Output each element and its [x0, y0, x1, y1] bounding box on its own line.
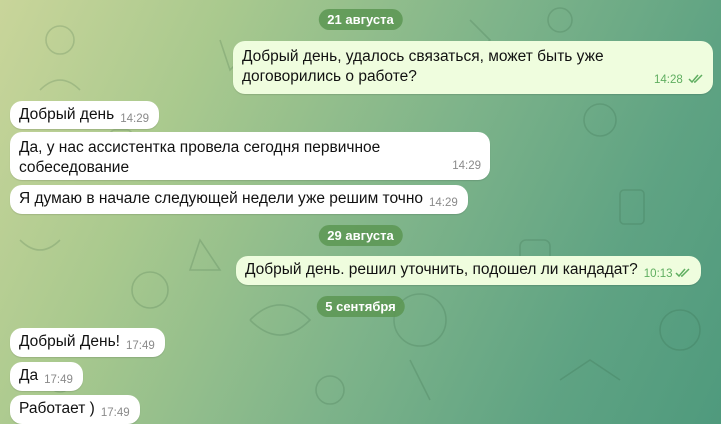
- message-time: 14:28: [654, 70, 704, 90]
- outgoing-message[interactable]: Добрый день. решил уточнить, подошел ли …: [236, 256, 701, 285]
- message-text: Да: [19, 367, 39, 384]
- date-separator: 5 сентября: [316, 296, 405, 317]
- date-separator: 21 августа: [318, 9, 403, 30]
- message-time: 17:49: [44, 374, 73, 386]
- message-text: Добрый день, удалось связаться, может бы…: [242, 48, 604, 85]
- message-time: 17:49: [100, 407, 130, 419]
- message-text: Я думаю в начале следующей недели уже ре…: [19, 190, 424, 207]
- message-time: 17:49: [125, 340, 155, 352]
- double-check-icon: [688, 74, 703, 84]
- message-time: 14:29: [429, 197, 458, 209]
- message-time: 10:13: [644, 264, 691, 284]
- message-time: 14:29: [120, 113, 149, 125]
- incoming-message[interactable]: Да, у нас ассистентка провела сегодня пе…: [10, 132, 490, 180]
- double-check-icon: [675, 268, 690, 278]
- message-text: Работает ): [19, 400, 95, 417]
- message-text: Добрый день. решил уточнить, подошел ли …: [245, 261, 638, 278]
- message-text: Добрый День!: [19, 333, 120, 350]
- message-text: Добрый день: [19, 106, 115, 123]
- incoming-message[interactable]: Добрый день 14:29: [10, 101, 159, 129]
- incoming-message[interactable]: Работает ) 17:49: [10, 395, 140, 424]
- incoming-message[interactable]: Да 17:49: [10, 362, 83, 391]
- outgoing-message[interactable]: Добрый день, удалось связаться, может бы…: [233, 41, 713, 94]
- incoming-message[interactable]: Добрый День! 17:49: [10, 328, 165, 357]
- date-separator: 29 августа: [318, 225, 403, 246]
- incoming-message[interactable]: Я думаю в начале следующей недели уже ре…: [10, 185, 468, 214]
- message-text: Да, у нас ассистентка провела сегодня пе…: [19, 139, 381, 176]
- message-time: 14:29: [452, 160, 481, 172]
